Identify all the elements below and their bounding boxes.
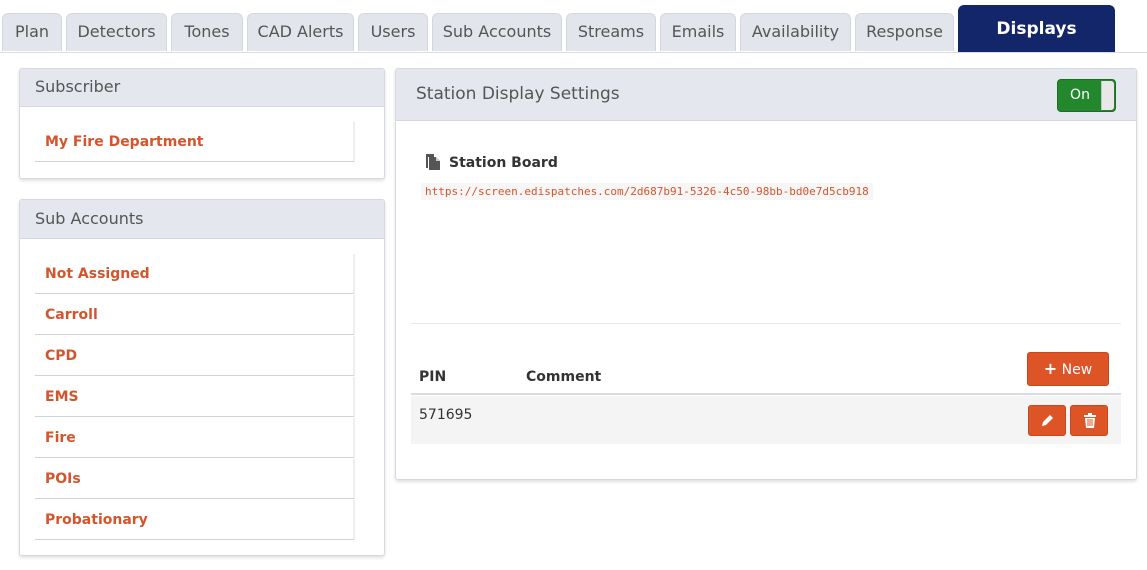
sub-account-item-cpd[interactable]: CPD xyxy=(35,336,355,376)
sub-accounts-panel: Sub Accounts Not Assigned Carroll CPD EM… xyxy=(19,199,385,556)
station-display-panel: Station Display Settings On Station Boar… xyxy=(395,68,1137,480)
station-display-title: Station Display Settings xyxy=(416,84,620,104)
tab-displays[interactable]: Displays xyxy=(958,5,1115,52)
edit-button[interactable] xyxy=(1028,405,1066,436)
subscriber-header: Subscriber xyxy=(20,69,384,107)
sub-account-item-carroll[interactable]: Carroll xyxy=(35,295,355,335)
pin-cell: 571695 xyxy=(419,407,473,423)
pin-table-header: PIN Comment xyxy=(411,365,1121,395)
sub-account-item-probationary[interactable]: Probationary xyxy=(35,500,355,540)
tab-plan[interactable]: Plan xyxy=(2,13,62,51)
sub-accounts-header: Sub Accounts xyxy=(20,200,384,239)
subscriber-item[interactable]: My Fire Department xyxy=(35,122,355,162)
tab-availability[interactable]: Availability xyxy=(740,13,851,51)
tab-response[interactable]: Response xyxy=(855,13,954,51)
delete-button[interactable] xyxy=(1070,405,1108,436)
station-board-url[interactable]: https://screen.edispatches.com/2d687b91-… xyxy=(421,183,873,200)
sub-accounts-title: Sub Accounts xyxy=(35,209,144,228)
tab-bar: Plan Detectors Tones CAD Alerts Users Su… xyxy=(0,0,1147,53)
trash-icon xyxy=(1083,413,1097,432)
tab-sub-accounts[interactable]: Sub Accounts xyxy=(432,13,562,51)
tab-tones[interactable]: Tones xyxy=(171,13,243,51)
station-display-header: Station Display Settings On xyxy=(396,69,1136,121)
document-icon xyxy=(424,153,442,171)
tab-users[interactable]: Users xyxy=(358,13,428,51)
subscriber-title: Subscriber xyxy=(35,77,121,96)
display-toggle[interactable]: On xyxy=(1057,79,1116,112)
station-board-url-row: https://screen.edispatches.com/2d687b91-… xyxy=(421,180,873,200)
sub-account-item-fire[interactable]: Fire xyxy=(35,418,355,458)
sub-account-item-ems[interactable]: EMS xyxy=(35,377,355,417)
table-row: 571695 xyxy=(411,396,1121,444)
toggle-knob xyxy=(1101,81,1114,110)
tab-detectors[interactable]: Detectors xyxy=(66,13,167,51)
subscriber-panel: Subscriber My Fire Department xyxy=(19,68,385,179)
tab-streams[interactable]: Streams xyxy=(566,13,656,51)
sub-account-item-not-assigned[interactable]: Not Assigned xyxy=(35,254,355,294)
column-header-comment: Comment xyxy=(526,369,602,385)
sub-account-item-pois[interactable]: POIs xyxy=(35,459,355,499)
pencil-icon xyxy=(1040,413,1055,432)
divider xyxy=(411,323,1121,324)
station-board-title: Station Board xyxy=(449,155,558,171)
toggle-on-label: On xyxy=(1070,87,1090,103)
column-header-pin: PIN xyxy=(419,369,447,385)
tab-cad-alerts[interactable]: CAD Alerts xyxy=(247,13,354,51)
tab-emails[interactable]: Emails xyxy=(660,13,736,51)
